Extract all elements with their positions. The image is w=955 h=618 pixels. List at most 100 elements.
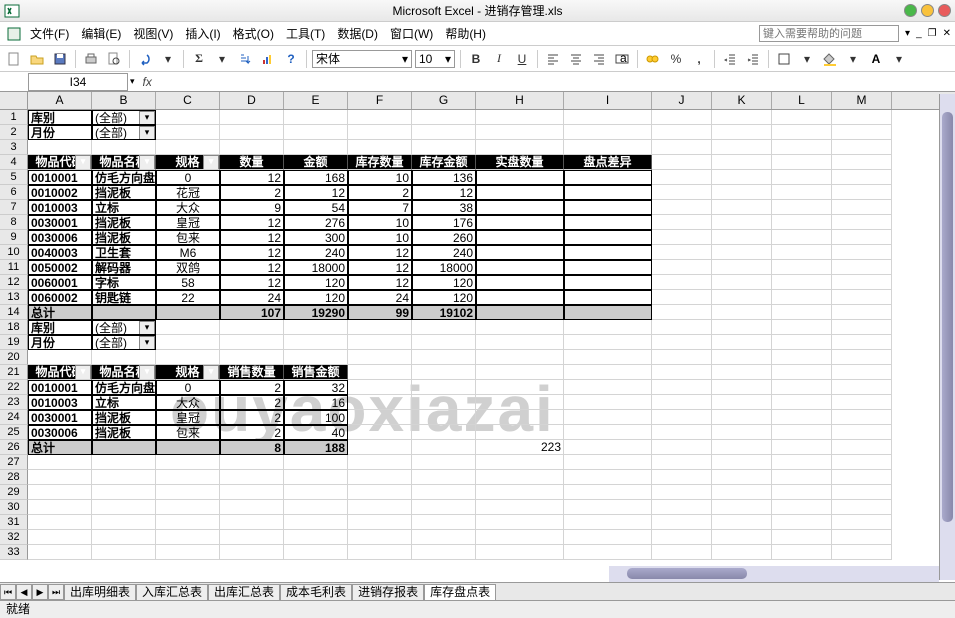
cell[interactable]: 0010002 <box>28 185 92 200</box>
cell[interactable] <box>832 200 892 215</box>
cell[interactable] <box>712 140 772 155</box>
cell[interactable] <box>832 170 892 185</box>
cell[interactable]: 16 <box>284 395 348 410</box>
percent-icon[interactable]: % <box>666 49 686 69</box>
cell[interactable]: 2 <box>220 185 284 200</box>
cell[interactable] <box>832 455 892 470</box>
cell[interactable]: 立标 <box>92 200 156 215</box>
cell[interactable]: 数量 <box>220 155 284 170</box>
cell[interactable] <box>412 365 476 380</box>
cell[interactable] <box>564 410 652 425</box>
cell[interactable] <box>772 395 832 410</box>
border-icon[interactable] <box>774 49 794 69</box>
column-header[interactable]: M <box>832 92 892 109</box>
cell[interactable] <box>348 515 412 530</box>
cell[interactable] <box>564 395 652 410</box>
cell[interactable]: 解码器 <box>92 260 156 275</box>
cell[interactable] <box>348 365 412 380</box>
doc-minimize-button[interactable]: _ <box>916 28 922 39</box>
cell[interactable]: 盘点差异 <box>564 155 652 170</box>
indent-dec-icon[interactable] <box>720 49 740 69</box>
cell[interactable] <box>92 140 156 155</box>
cell[interactable] <box>476 470 564 485</box>
row-header[interactable]: 21 <box>0 365 28 380</box>
cell[interactable]: 10 <box>348 230 412 245</box>
cell[interactable] <box>712 350 772 365</box>
cell[interactable] <box>652 470 712 485</box>
cell[interactable] <box>564 470 652 485</box>
cell[interactable]: 223 <box>476 440 564 455</box>
tab-nav-next-icon[interactable]: ▶ <box>32 584 48 600</box>
cell[interactable] <box>92 530 156 545</box>
fill-color-icon[interactable] <box>820 49 840 69</box>
tab-nav-last-icon[interactable]: ⏭ <box>48 584 64 600</box>
cell[interactable] <box>476 290 564 305</box>
sheet-tab[interactable]: 出库汇总表 <box>208 584 280 600</box>
font-size-select[interactable]: 10▾ <box>415 50 455 68</box>
cell[interactable] <box>564 245 652 260</box>
cell[interactable] <box>476 305 564 320</box>
spreadsheet-grid[interactable]: ouyaoxiazai ABCDEFGHIJKLM 1库别(全部)2月份(全部)… <box>0 92 955 592</box>
cell[interactable]: 实盘数量 <box>476 155 564 170</box>
cell[interactable] <box>476 515 564 530</box>
cell[interactable]: 99 <box>348 305 412 320</box>
cell[interactable] <box>652 185 712 200</box>
row-header[interactable]: 19 <box>0 335 28 350</box>
cell[interactable] <box>348 470 412 485</box>
dropdown-icon[interactable]: ▾ <box>797 49 817 69</box>
cell[interactable] <box>156 530 220 545</box>
help-icon[interactable]: ? <box>281 49 301 69</box>
cell[interactable]: 12 <box>220 170 284 185</box>
cell[interactable]: 0030001 <box>28 410 92 425</box>
cell[interactable] <box>712 425 772 440</box>
cell[interactable] <box>652 335 712 350</box>
row-header[interactable]: 24 <box>0 410 28 425</box>
row-header[interactable]: 30 <box>0 500 28 515</box>
menu-data[interactable]: 数据(D) <box>331 23 384 44</box>
cell[interactable] <box>412 500 476 515</box>
cell[interactable] <box>712 200 772 215</box>
cell[interactable]: 100 <box>284 410 348 425</box>
cell[interactable] <box>284 515 348 530</box>
cell[interactable] <box>772 470 832 485</box>
column-header[interactable]: C <box>156 92 220 109</box>
cell[interactable] <box>652 365 712 380</box>
cell[interactable] <box>220 485 284 500</box>
cell[interactable]: 7 <box>348 200 412 215</box>
cell[interactable] <box>712 215 772 230</box>
cell[interactable]: 12 <box>284 185 348 200</box>
cell[interactable] <box>712 155 772 170</box>
row-header[interactable]: 18 <box>0 320 28 335</box>
cell[interactable] <box>412 455 476 470</box>
fx-icon[interactable]: fx <box>143 75 152 89</box>
row-header[interactable]: 10 <box>0 245 28 260</box>
cell[interactable] <box>348 455 412 470</box>
cell[interactable] <box>412 380 476 395</box>
cell[interactable] <box>412 425 476 440</box>
cell[interactable] <box>832 185 892 200</box>
sheet-tab[interactable]: 成本毛利表 <box>280 584 352 600</box>
cell[interactable]: 花冠 <box>156 185 220 200</box>
cell[interactable]: 188 <box>284 440 348 455</box>
cell[interactable] <box>832 320 892 335</box>
row-header[interactable]: 2 <box>0 125 28 140</box>
doc-close-button[interactable]: ✕ <box>943 28 951 39</box>
cell[interactable] <box>92 545 156 560</box>
cell[interactable]: 规格 <box>156 365 220 380</box>
font-color-icon[interactable]: A <box>866 49 886 69</box>
align-right-icon[interactable] <box>589 49 609 69</box>
cell[interactable] <box>156 320 220 335</box>
cell[interactable] <box>92 440 156 455</box>
cell[interactable]: 大众 <box>156 395 220 410</box>
cell[interactable]: 12 <box>220 230 284 245</box>
row-header[interactable]: 11 <box>0 260 28 275</box>
cell[interactable]: 120 <box>412 290 476 305</box>
row-header[interactable]: 27 <box>0 455 28 470</box>
cell[interactable] <box>652 515 712 530</box>
cell[interactable] <box>832 380 892 395</box>
cell[interactable] <box>652 410 712 425</box>
cell[interactable] <box>476 350 564 365</box>
cell[interactable] <box>284 470 348 485</box>
cell[interactable]: 0050002 <box>28 260 92 275</box>
cell[interactable] <box>348 350 412 365</box>
